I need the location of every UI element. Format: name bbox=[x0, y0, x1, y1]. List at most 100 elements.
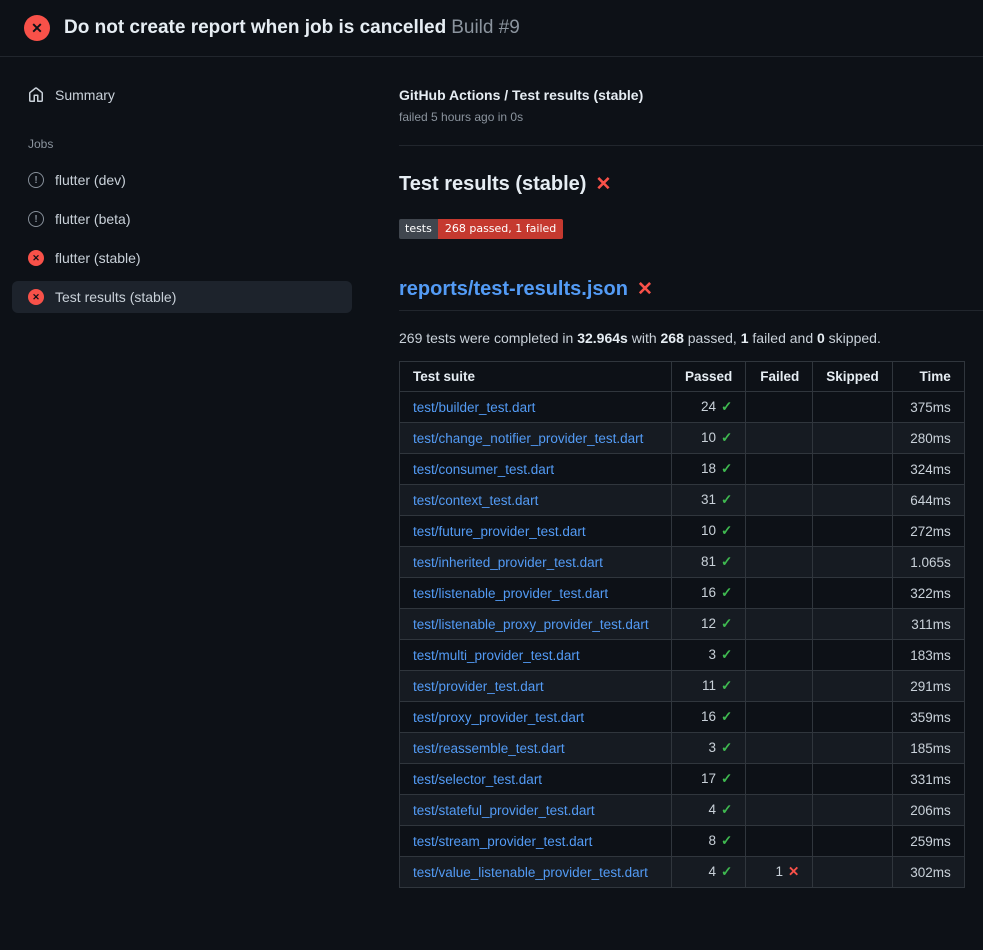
test-suite-link[interactable]: test/multi_provider_test.dart bbox=[413, 648, 580, 663]
passed-cell: 10✓ bbox=[672, 516, 746, 547]
suite-cell: test/proxy_provider_test.dart bbox=[400, 702, 672, 733]
failed-cell bbox=[746, 423, 813, 454]
test-suite-link[interactable]: test/provider_test.dart bbox=[413, 679, 544, 694]
sidebar-item-job[interactable]: !flutter (dev) bbox=[12, 164, 352, 196]
test-suite-link[interactable]: test/selector_test.dart bbox=[413, 772, 542, 787]
section-title-text: Test results (stable) bbox=[399, 173, 586, 196]
header-passed: Passed bbox=[672, 362, 746, 392]
time-cell: 272ms bbox=[892, 516, 964, 547]
check-icon: ✓ bbox=[721, 492, 732, 507]
suite-cell: test/provider_test.dart bbox=[400, 671, 672, 702]
table-row: test/consumer_test.dart18✓324ms bbox=[400, 454, 965, 485]
time-cell: 311ms bbox=[892, 609, 964, 640]
passed-cell: 8✓ bbox=[672, 826, 746, 857]
results-table: Test suite Passed Failed Skipped Time te… bbox=[399, 361, 965, 888]
summary-text: 269 tests were completed in bbox=[399, 330, 577, 346]
sidebar-item-job[interactable]: !flutter (beta) bbox=[12, 203, 352, 235]
passed-count: 8 bbox=[708, 833, 716, 848]
failed-cell bbox=[746, 702, 813, 733]
check-icon: ✓ bbox=[721, 709, 732, 724]
summary-passed-count: 268 bbox=[661, 330, 684, 346]
table-row: test/value_listenable_provider_test.dart… bbox=[400, 857, 965, 888]
test-suite-link[interactable]: test/consumer_test.dart bbox=[413, 462, 554, 477]
test-suite-link[interactable]: test/builder_test.dart bbox=[413, 400, 535, 415]
passed-count: 3 bbox=[708, 647, 716, 662]
time-cell: 324ms bbox=[892, 454, 964, 485]
test-suite-link[interactable]: test/change_notifier_provider_test.dart bbox=[413, 431, 643, 446]
test-suite-link[interactable]: test/stateful_provider_test.dart bbox=[413, 803, 595, 818]
passed-count: 11 bbox=[702, 678, 716, 693]
sidebar-item-job[interactable]: ✕Test results (stable) bbox=[12, 281, 352, 313]
header-failed: Failed bbox=[746, 362, 813, 392]
test-suite-link[interactable]: test/proxy_provider_test.dart bbox=[413, 710, 584, 725]
time-cell: 644ms bbox=[892, 485, 964, 516]
job-label: Test results (stable) bbox=[55, 289, 176, 305]
passed-cell: 31 ✓ bbox=[672, 485, 746, 516]
skipped-cell bbox=[813, 454, 893, 485]
sidebar: Summary Jobs !flutter (dev) !flutter (bet… bbox=[0, 57, 380, 320]
report-file-link[interactable]: reports/test-results.json bbox=[399, 278, 628, 301]
suite-cell: test/selector_test.dart bbox=[400, 764, 672, 795]
skipped-cell bbox=[813, 702, 893, 733]
test-suite-link[interactable]: test/listenable_provider_test.dart bbox=[413, 586, 608, 601]
failed-cell bbox=[746, 640, 813, 671]
passed-count: 31 bbox=[701, 492, 716, 507]
report-file-heading: reports/test-results.json ✕ bbox=[399, 278, 983, 311]
suite-cell: test/builder_test.dart bbox=[400, 392, 672, 423]
passed-count: 12 bbox=[701, 616, 716, 631]
passed-cell: 10✓ bbox=[672, 423, 746, 454]
check-icon: ✓ bbox=[721, 399, 732, 414]
skipped-cell bbox=[813, 578, 893, 609]
passed-cell: 11✓ bbox=[672, 671, 746, 702]
test-suite-link[interactable]: test/future_provider_test.dart bbox=[413, 524, 586, 539]
test-suite-link[interactable]: test/stream_provider_test.dart bbox=[413, 834, 592, 849]
check-icon: ✓ bbox=[721, 647, 732, 662]
table-row: test/listenable_provider_test.dart16✓322… bbox=[400, 578, 965, 609]
time-cell: 322ms bbox=[892, 578, 964, 609]
badge-value: 268 passed, 1 failed bbox=[438, 219, 563, 239]
sidebar-item-summary[interactable]: Summary bbox=[12, 79, 352, 111]
test-suite-link[interactable]: test/listenable_proxy_provider_test.dart bbox=[413, 617, 649, 632]
passed-cell: 4✓ bbox=[672, 857, 746, 888]
time-cell: 359ms bbox=[892, 702, 964, 733]
summary-label: Summary bbox=[55, 87, 115, 103]
failed-cell bbox=[746, 795, 813, 826]
failed-cell bbox=[746, 454, 813, 485]
failed-cell bbox=[746, 392, 813, 423]
passed-count: 16 bbox=[701, 585, 716, 600]
failed-cell bbox=[746, 764, 813, 795]
time-cell: 375ms bbox=[892, 392, 964, 423]
table-header-row: Test suite Passed Failed Skipped Time bbox=[400, 362, 965, 392]
check-icon: ✓ bbox=[721, 461, 732, 476]
table-row: test/inherited_provider_test.dart81✓1.06… bbox=[400, 547, 965, 578]
skipped-cell bbox=[813, 485, 893, 516]
passed-count: 4 bbox=[708, 802, 716, 817]
time-cell: 259ms bbox=[892, 826, 964, 857]
run-title-heading: Do not create report when job is cancell… bbox=[64, 17, 520, 39]
header-skipped: Skipped bbox=[813, 362, 893, 392]
badge-label: tests bbox=[399, 219, 438, 239]
table-row: test/multi_provider_test.dart3✓183ms bbox=[400, 640, 965, 671]
test-suite-link[interactable]: test/value_listenable_provider_test.dart bbox=[413, 865, 648, 880]
x-circle-icon: ✕ bbox=[24, 15, 50, 41]
passed-cell: 17✓ bbox=[672, 764, 746, 795]
test-suite-link[interactable]: test/inherited_provider_test.dart bbox=[413, 555, 603, 570]
table-row: test/selector_test.dart17✓331ms bbox=[400, 764, 965, 795]
results-table-body: test/builder_test.dart24✓375mstest/chang… bbox=[400, 392, 965, 888]
test-suite-link[interactable]: test/reassemble_test.dart bbox=[413, 741, 565, 756]
suite-cell: test/inherited_provider_test.dart bbox=[400, 547, 672, 578]
body-layout: Summary Jobs !flutter (dev) !flutter (bet… bbox=[0, 57, 983, 888]
passed-count: 10 bbox=[701, 523, 716, 538]
header-test-suite: Test suite bbox=[400, 362, 672, 392]
run-title: Do not create report when job is cancell… bbox=[64, 17, 446, 38]
failed-cell bbox=[746, 547, 813, 578]
passed-count: 16 bbox=[701, 709, 716, 724]
table-row: test/change_notifier_provider_test.dart 1… bbox=[400, 423, 965, 454]
x-circle-icon: ✕ bbox=[28, 250, 44, 266]
table-row: test/builder_test.dart24✓375ms bbox=[400, 392, 965, 423]
failed-cell: 1✕ bbox=[746, 857, 813, 888]
sidebar-item-job[interactable]: ✕flutter (stable) bbox=[12, 242, 352, 274]
test-suite-link[interactable]: test/context_test.dart bbox=[413, 493, 538, 508]
summary-duration: 32.964s bbox=[577, 330, 628, 346]
jobs-section-label: Jobs bbox=[12, 137, 352, 151]
